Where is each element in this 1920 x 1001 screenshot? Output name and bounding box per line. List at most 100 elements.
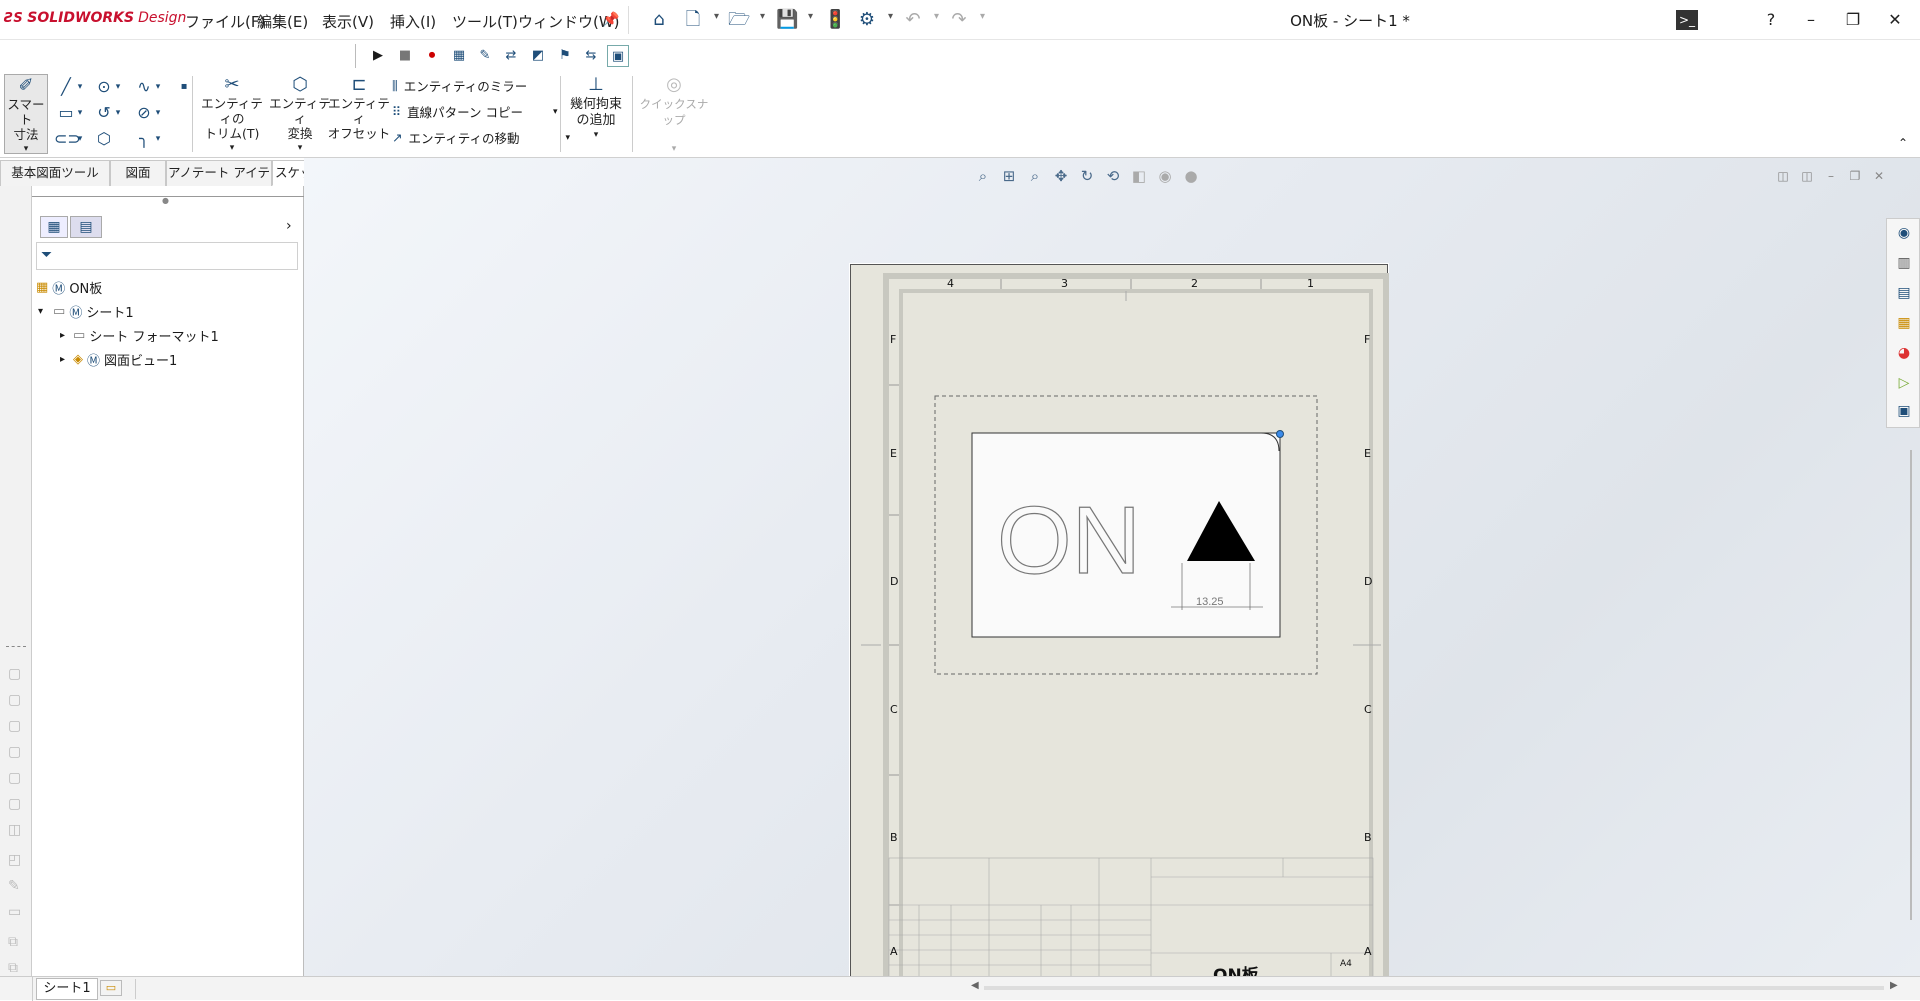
- undo-icon[interactable]: ↶: [902, 9, 924, 31]
- macro-run-icon[interactable]: ▶: [367, 45, 389, 67]
- linear-pattern-button[interactable]: ⠿ 直線パターン コピー ▾: [392, 102, 558, 121]
- view-icon[interactable]: ▢: [8, 770, 21, 786]
- restore-view-icon[interactable]: ❐: [1844, 165, 1866, 187]
- view-palette-icon[interactable]: ▦: [1894, 313, 1914, 333]
- macro-record-icon[interactable]: ⏺: [421, 45, 443, 67]
- tab-basic-drawing-tools[interactable]: 基本図面ツール: [0, 160, 110, 186]
- offset-entities-button[interactable]: ⊏ エンティティ オフセット: [326, 74, 392, 141]
- chevron-down-icon[interactable]: ▾: [74, 76, 86, 98]
- zoom-to-area-icon[interactable]: ⊞: [998, 165, 1020, 187]
- menu-file[interactable]: ファイル(F): [185, 11, 265, 32]
- zoom-in-out-icon[interactable]: ⌕: [1024, 165, 1046, 187]
- chevron-down-icon[interactable]: ▾: [888, 11, 893, 22]
- layer-icon[interactable]: ⧉: [8, 934, 18, 950]
- collapse-ribbon-icon[interactable]: ⌃: [1898, 136, 1908, 150]
- close-view-icon[interactable]: ✕: [1868, 165, 1890, 187]
- minimize-button[interactable]: –: [1796, 8, 1826, 32]
- chevron-down-icon[interactable]: ▾: [760, 11, 765, 22]
- tree-item-sheet-format[interactable]: ▸ ▭ シート フォーマット1: [60, 326, 219, 345]
- vertical-scrollbar[interactable]: [1910, 450, 1912, 920]
- tab-annotation[interactable]: アノテート アイテム: [166, 160, 272, 204]
- display-style-icon[interactable]: ◧: [1128, 165, 1150, 187]
- add-relation-button[interactable]: ⊥ 幾何拘束 の追加 ▾: [564, 74, 628, 143]
- solidworks-logo[interactable]: ƧS SOLIDWORKS Design: [4, 10, 186, 32]
- help-icon[interactable]: ?: [1756, 8, 1786, 32]
- gear-icon[interactable]: ⚙: [856, 9, 878, 31]
- macro-options-icon[interactable]: ⚑: [554, 45, 576, 67]
- menu-tools[interactable]: ツール(T): [452, 11, 518, 32]
- resources-icon[interactable]: ◉: [1894, 223, 1914, 243]
- view-icon[interactable]: ▢: [8, 692, 21, 708]
- chevron-down-icon[interactable]: ▾: [934, 11, 939, 22]
- macro-new-icon[interactable]: ▦: [448, 45, 470, 67]
- tab-drawing[interactable]: 図面: [110, 160, 166, 186]
- chevron-down-icon[interactable]: ▾: [808, 11, 813, 22]
- chevron-down-icon[interactable]: ▾: [152, 128, 164, 150]
- move-entities-button[interactable]: ↗ エンティティの移動 ▾: [392, 128, 570, 147]
- chevron-down-icon[interactable]: ▾: [152, 76, 164, 98]
- chevron-down-icon[interactable]: ▾: [74, 128, 86, 150]
- view-icon[interactable]: ▢: [8, 796, 21, 812]
- menu-edit[interactable]: 編集(E): [257, 11, 308, 32]
- rotate-icon[interactable]: ↻: [1076, 165, 1098, 187]
- save-icon[interactable]: 💾: [776, 9, 798, 31]
- redo-icon[interactable]: ↷: [948, 9, 970, 31]
- mirror-entities-button[interactable]: ⫼ エンティティのミラー: [392, 76, 527, 95]
- minimize-view-icon[interactable]: –: [1820, 165, 1842, 187]
- design-library-icon[interactable]: ▥: [1894, 253, 1914, 273]
- macro-edit-icon[interactable]: ✎: [474, 45, 496, 67]
- view-icon[interactable]: ▢: [8, 718, 21, 734]
- appearances-icon[interactable]: ◕: [1894, 343, 1914, 363]
- filter-box[interactable]: ⏷: [36, 242, 298, 270]
- view-icon[interactable]: ◫: [8, 822, 21, 838]
- custom-properties-icon[interactable]: ▷: [1894, 373, 1914, 393]
- view-icon[interactable]: ▢: [8, 744, 21, 760]
- open-folder-icon[interactable]: 🗁: [728, 9, 750, 31]
- quick-snap-button[interactable]: ◎ クイックスナップ ▾: [636, 74, 712, 157]
- macro-stop-icon[interactable]: ■: [394, 45, 416, 67]
- view-orientation-icon[interactable]: ⟲: [1102, 165, 1124, 187]
- chevron-down-icon[interactable]: ▾: [980, 11, 985, 22]
- splitter-handle[interactable]: ●: [162, 196, 169, 205]
- tree-item-drawing-view[interactable]: ▸ ◈ Ⓜ 図面ビュー1: [60, 350, 177, 369]
- tree-item-root[interactable]: ▦ Ⓜ ON板: [36, 278, 102, 297]
- trim-entities-button[interactable]: ✂ エンティティの トリム(T) ▾: [200, 74, 264, 156]
- forum-icon[interactable]: ▣: [1894, 401, 1914, 421]
- zoom-to-fit-icon[interactable]: ⌕: [972, 165, 994, 187]
- chevron-down-icon[interactable]: ▾: [74, 102, 86, 124]
- macro-select-icon[interactable]: ▣: [607, 45, 629, 67]
- home-icon[interactable]: ⌂: [648, 9, 670, 31]
- sheet-tab[interactable]: シート1: [36, 978, 98, 1000]
- hide-show-icon[interactable]: ◉: [1154, 165, 1176, 187]
- chevron-right-icon[interactable]: ›: [286, 218, 292, 234]
- scroll-right-icon[interactable]: ▶: [1890, 980, 1898, 991]
- annotation-icon[interactable]: ▭: [8, 904, 21, 920]
- menu-view[interactable]: 表示(V): [322, 11, 374, 32]
- annotation-icon[interactable]: ✎: [8, 878, 20, 894]
- add-sheet-icon[interactable]: ▭: [100, 980, 122, 996]
- close-button[interactable]: ✕: [1880, 8, 1910, 32]
- rebuild-traffic-light-icon[interactable]: 🚦: [824, 9, 846, 31]
- chevron-down-icon[interactable]: ▾: [714, 11, 719, 22]
- property-manager-tab-icon[interactable]: ▤: [70, 216, 102, 238]
- split-right-icon[interactable]: ◫: [1796, 165, 1818, 187]
- chevron-down-icon[interactable]: ▾: [152, 102, 164, 124]
- drawing-sheet[interactable]: ON 13.25 4 3 2 1 F E D C B A F E D C B A…: [850, 264, 1389, 989]
- layer-icon[interactable]: ⧉: [8, 960, 18, 976]
- polygon-tool-icon[interactable]: ⬡: [92, 128, 116, 150]
- feature-tree-tab-icon[interactable]: ▦: [40, 216, 68, 238]
- file-explorer-icon[interactable]: ▤: [1894, 283, 1914, 303]
- chevron-right-icon[interactable]: ▸: [60, 330, 65, 341]
- view-icon[interactable]: ▢: [8, 666, 21, 682]
- pin-icon[interactable]: 📌: [600, 9, 622, 31]
- chevron-down-icon[interactable]: ▾: [112, 76, 124, 98]
- tree-item-sheet[interactable]: ▾ ▭ Ⓜ シート1: [38, 302, 134, 321]
- chevron-right-icon[interactable]: ▸: [60, 354, 65, 365]
- macro-assign-icon[interactable]: ⇆: [580, 45, 602, 67]
- menu-insert[interactable]: 挿入(I): [390, 11, 436, 32]
- scroll-left-icon[interactable]: ◀: [971, 980, 979, 991]
- command-prompt-icon[interactable]: >_: [1676, 10, 1698, 30]
- convert-entities-button[interactable]: ⬡ エンティティ 変換 ▾: [268, 74, 332, 156]
- restore-button[interactable]: ❐: [1838, 8, 1868, 32]
- horizontal-scrollbar[interactable]: [984, 986, 1884, 990]
